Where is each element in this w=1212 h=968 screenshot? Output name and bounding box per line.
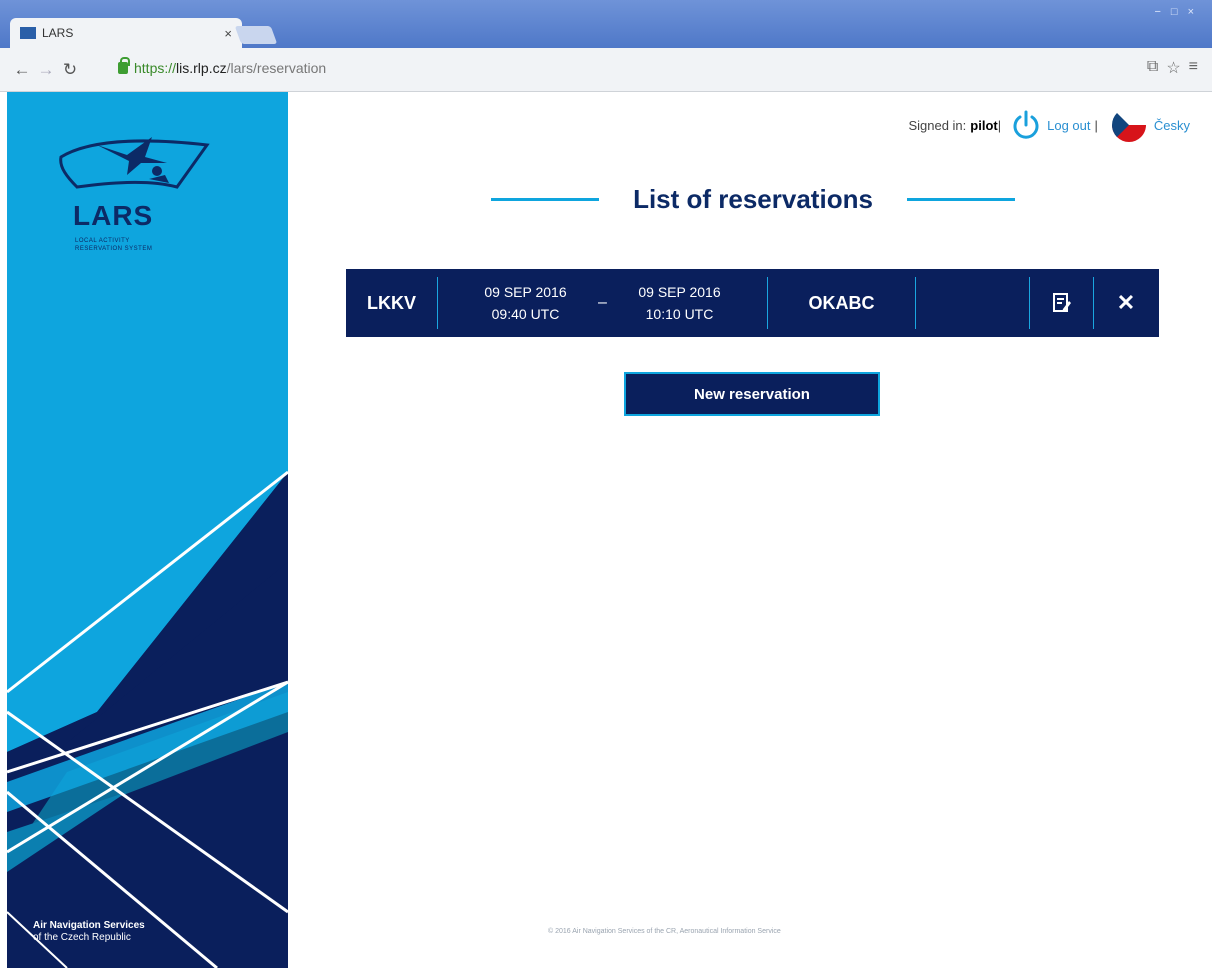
logo-subtitle-line1: LOCAL ACTIVITY bbox=[75, 238, 130, 244]
edit-reservation-button[interactable] bbox=[1030, 277, 1094, 329]
tab-close-button[interactable]: × bbox=[224, 26, 232, 41]
url-path: /lars/reservation bbox=[226, 60, 327, 76]
reservation-period: 09 SEP 2016 09:40 UTC – 09 SEP 2016 10:1… bbox=[438, 277, 768, 329]
reservation-note bbox=[916, 277, 1030, 329]
sidebar: LARS LOCAL ACTIVITY RESERVATION SYSTEM A… bbox=[7, 92, 288, 968]
bookmark-star-icon[interactable]: ☆ bbox=[1166, 58, 1180, 78]
separator: | bbox=[997, 117, 1002, 133]
logo-subtitle: LOCAL ACTIVITY RESERVATION SYSTEM bbox=[75, 237, 152, 253]
czech-flag-icon[interactable] bbox=[1111, 108, 1146, 142]
organization-line2: of the Czech Republic bbox=[33, 932, 131, 943]
logo-title: LARS bbox=[73, 200, 154, 231]
maximize-button[interactable]: □ bbox=[1171, 6, 1178, 18]
translate-icon[interactable]: ⧉ bbox=[1147, 58, 1158, 78]
power-icon[interactable] bbox=[1011, 110, 1041, 140]
period-separator: – bbox=[598, 294, 607, 311]
language-link[interactable]: Česky bbox=[1154, 118, 1190, 133]
close-icon: ✕ bbox=[1116, 290, 1136, 315]
reservation-to: 09 SEP 2016 10:10 UTC bbox=[613, 281, 747, 325]
organization-name: Air Navigation Services of the Czech Rep… bbox=[33, 920, 145, 944]
url-scheme: https:// bbox=[134, 60, 177, 76]
back-icon[interactable]: ← bbox=[10, 60, 34, 80]
to-time: 10:10 UTC bbox=[645, 306, 714, 322]
reservation-from: 09 SEP 2016 09:40 UTC bbox=[459, 281, 593, 325]
page-heading: List of reservations bbox=[458, 182, 1048, 216]
separator: | bbox=[1094, 117, 1098, 133]
logo-subtitle-line2: RESERVATION SYSTEM bbox=[75, 246, 153, 252]
signed-in-label: Signed in: bbox=[908, 117, 967, 133]
heading-line-right bbox=[906, 197, 1015, 201]
url-host: lis.rlp.cz bbox=[176, 60, 227, 76]
from-time: 09:40 UTC bbox=[491, 306, 560, 322]
forward-icon[interactable]: → bbox=[34, 60, 58, 80]
menu-icon[interactable]: ≡ bbox=[1189, 58, 1198, 78]
page-title: List of reservations bbox=[633, 183, 873, 214]
organization-line1: Air Navigation Services bbox=[33, 920, 145, 931]
new-reservation-button[interactable]: New reservation bbox=[624, 372, 880, 416]
to-date: 09 SEP 2016 bbox=[638, 284, 721, 300]
browser-titlebar: − □ × LARS × bbox=[0, 0, 1212, 48]
delete-reservation-button[interactable]: ✕ bbox=[1094, 277, 1158, 329]
minimize-button[interactable]: − bbox=[1154, 6, 1160, 18]
main-content: Signed in: pilot | Log out | Česky List … bbox=[288, 92, 1212, 968]
browser-tab[interactable]: LARS × bbox=[10, 18, 242, 48]
new-tab-button[interactable] bbox=[234, 26, 278, 44]
lock-icon bbox=[118, 57, 130, 74]
logout-link[interactable]: Log out bbox=[1047, 118, 1090, 133]
address-bar[interactable]: https:// lis.rlp.cz /lars/reservation bbox=[118, 55, 1108, 81]
browser-toolbar: ← → ↻ https:// lis.rlp.cz /lars/reservat… bbox=[0, 48, 1212, 92]
footer-copyright: © 2016 Air Navigation Services of the CR… bbox=[548, 928, 781, 935]
username: pilot bbox=[970, 117, 998, 133]
reservation-registration: OKABC bbox=[768, 277, 916, 329]
window-controls: − □ × bbox=[1154, 6, 1194, 18]
edit-icon bbox=[1052, 293, 1071, 312]
reservation-row: LKKV 09 SEP 2016 09:40 UTC – 09 SEP 2016… bbox=[346, 269, 1159, 337]
user-bar: Signed in: pilot | Log out | Česky bbox=[908, 108, 1190, 142]
reload-icon[interactable]: ↻ bbox=[58, 60, 82, 80]
lars-logo-icon bbox=[59, 137, 210, 189]
close-window-button[interactable]: × bbox=[1188, 6, 1194, 18]
tab-title: LARS bbox=[42, 26, 74, 40]
favicon-icon bbox=[20, 27, 36, 39]
reservation-airport: LKKV bbox=[346, 277, 438, 329]
heading-line-left bbox=[491, 197, 600, 201]
from-date: 09 SEP 2016 bbox=[484, 284, 567, 300]
